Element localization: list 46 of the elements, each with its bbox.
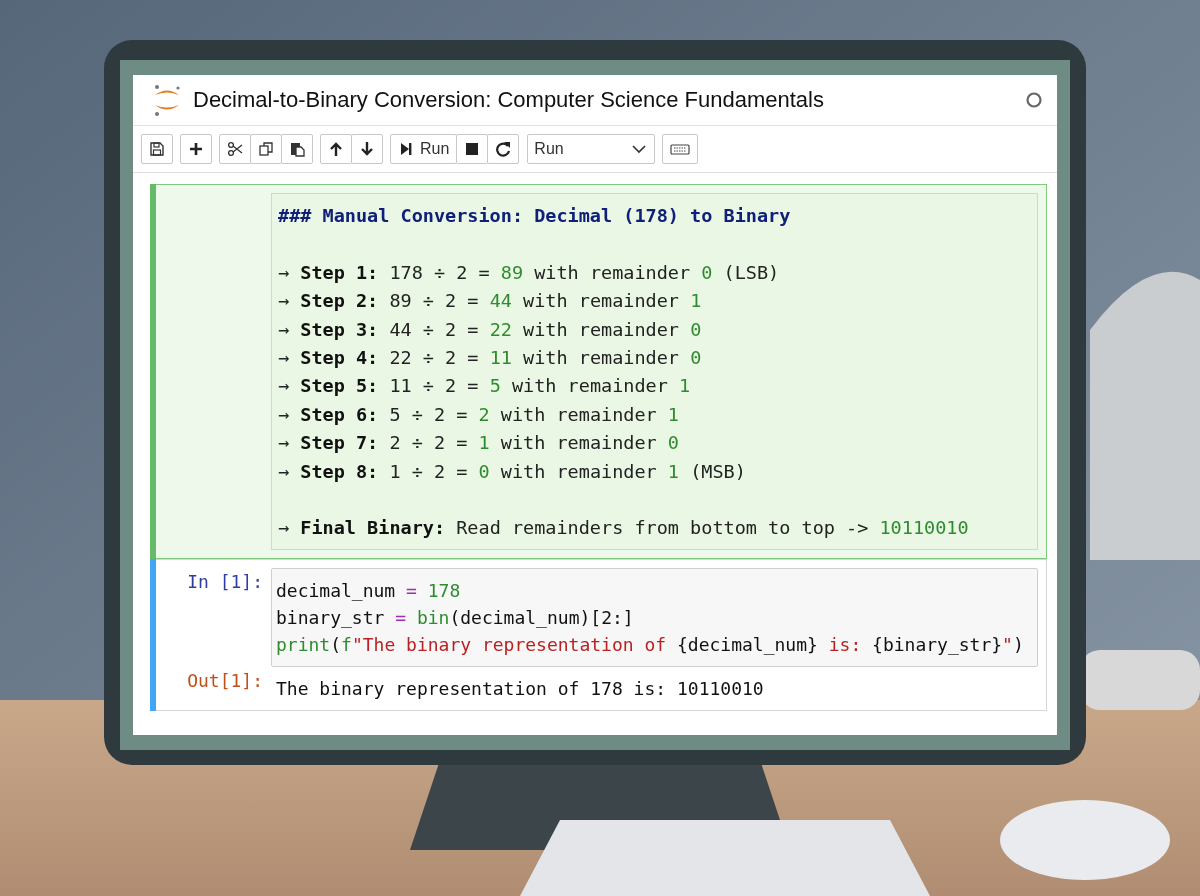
paste-icon (289, 141, 305, 157)
up-arrow-icon (328, 141, 344, 157)
run-button[interactable]: Run (390, 134, 458, 164)
markdown-line: → Step 5: 11 ÷ 2 = 5 with remainder 1 (278, 374, 692, 399)
markdown-line: → Step 8: 1 ÷ 2 = 0 with remainder 1 (MSB) (278, 459, 747, 484)
step-forward-icon (398, 141, 414, 157)
save-button[interactable] (141, 134, 173, 164)
paste-button[interactable] (281, 134, 313, 164)
keyboard-button[interactable] (662, 134, 699, 164)
code-editor[interactable]: decimal_num = 178 binary_str = bin(decimal_num)[2:] print(f"The binary representation of {decimal_num} is: {binary_str}") (271, 567, 1038, 667)
stop-button[interactable] (456, 134, 489, 164)
restart-icon (495, 141, 512, 157)
cut-button[interactable] (219, 134, 251, 164)
input-prompt: In [1]: (187, 569, 263, 592)
markdown-heading: ### Manual Conversion: Decimal (178) to Binary (278, 204, 792, 228)
keyboard-icon (670, 141, 691, 157)
cell-type-dropdown[interactable]: Run (527, 134, 656, 164)
plus-icon (188, 141, 204, 157)
status-circle-icon (1025, 91, 1043, 109)
stop-icon (464, 141, 481, 157)
up-button[interactable] (320, 134, 352, 164)
add-button[interactable] (180, 134, 212, 164)
markdown-line: → Step 3: 44 ÷ 2 = 22 with remainder 0 (278, 317, 703, 342)
scissors-icon (227, 141, 243, 157)
copy-button[interactable] (250, 134, 282, 164)
down-arrow-icon (359, 141, 375, 157)
code-line: binary_str = bin(decimal_num)[2:] (276, 605, 635, 630)
save-icon (149, 141, 165, 157)
notebook-title: Decimal-to-Binary Conversion: Computer Science Fundamentals (193, 87, 825, 113)
code-line: print(f"The binary representation of {decimal_num} is: {binary_str}") (276, 632, 1025, 657)
markdown-line: → Step 4: 22 ÷ 2 = 11 with remainder 0 (278, 346, 703, 370)
markdown-cell[interactable] (150, 184, 1047, 559)
markdown-line: → Step 7: 2 ÷ 2 = 1 with remainder 0 (278, 431, 680, 456)
copy-icon (258, 141, 274, 157)
markdown-line: → Final Binary: Read remainders from bottom to top -> 10110010 (278, 516, 970, 541)
markdown-line: → Step 6: 5 ÷ 2 = 2 with remainder 1 (278, 402, 680, 427)
caret-icon (632, 144, 647, 154)
down-button[interactable] (351, 134, 383, 164)
markdown-line: → Step 1: 178 ÷ 2 = 89 with remainder 0 (LSB) (278, 260, 781, 285)
code-line: decimal_num = 178 (276, 578, 462, 603)
output-text: The binary representation of 178 is: 10110010 (275, 676, 765, 701)
markdown-editor[interactable] (271, 193, 1038, 550)
markdown-line: → Step 2: 89 ÷ 2 = 44 with remainder 1 (278, 289, 703, 314)
restart-button[interactable] (487, 134, 520, 164)
code-cell[interactable]: In [1]: decimal_num = 178 binary_str = bin(decimal_num)[2:] print(f"The binary representation of {decimal_num} is: {binary_str}") Out[1]: The binary representation of 178 is: 10110010 (150, 558, 1047, 711)
output-prompt: Out[1]: (187, 668, 263, 691)
